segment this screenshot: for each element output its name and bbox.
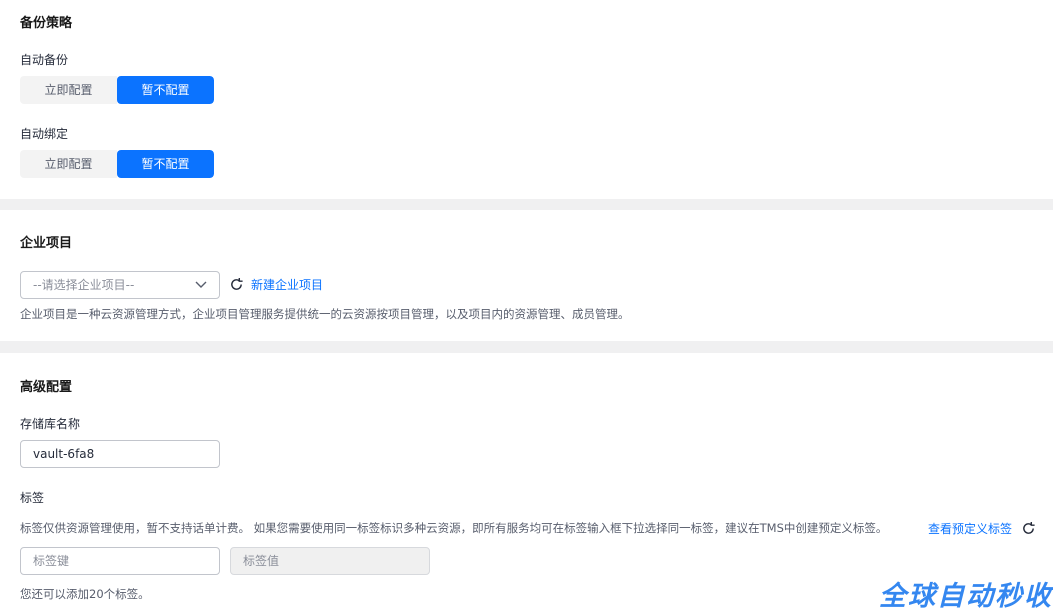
enterprise-project-card: 企业项目 --请选择企业项目-- 新建企业项目 企业项目是一种云资源管理方式，企… [0,210,1053,341]
auto-bind-label: 自动绑定 [20,127,69,141]
refresh-icon[interactable] [229,277,244,292]
advanced-config-title: 高级配置 [20,380,73,395]
tags-remaining-hint: 您还可以添加20个标签。 [20,587,150,601]
view-predefined-tags-link[interactable]: 查看预定义标签 [928,520,1012,537]
enterprise-project-title: 企业项目 [20,236,73,251]
advanced-config-card: 高级配置 存储库名称 标签 标签仅供资源管理使用，暂不支持话单计费。 如果您需要… [0,353,1053,615]
tags-description: 标签仅供资源管理使用，暂不支持话单计费。 如果您需要使用同一标签标识多种云资源，… [20,521,888,535]
vault-name-input[interactable] [20,440,220,468]
backup-policy-card: 备份策略 自动备份 立即配置 暂不配置 自动绑定 立即配置 暂不配置 [0,0,1053,199]
auto-backup-skip-button[interactable]: 暂不配置 [117,76,214,104]
refresh-icon[interactable] [1021,521,1036,536]
page: 备份策略 自动备份 立即配置 暂不配置 自动绑定 立即配置 暂不配置 企业项目 … [0,0,1053,615]
auto-bind-configure-now-button[interactable]: 立即配置 [20,150,117,178]
backup-policy-title: 备份策略 [20,16,73,31]
tag-value-input [230,547,430,575]
tag-key-input[interactable] [20,547,220,575]
auto-backup-segmented: 立即配置 暂不配置 [20,76,214,104]
auto-backup-label: 自动备份 [20,53,69,67]
enterprise-project-description: 企业项目是一种云资源管理方式，企业项目管理服务提供统一的云资源按项目管理，以及项… [20,307,630,321]
enterprise-project-select-placeholder: --请选择企业项目-- [33,278,135,292]
tags-label: 标签 [20,491,45,505]
vault-name-label: 存储库名称 [20,417,81,431]
enterprise-project-select[interactable]: --请选择企业项目-- [20,271,220,299]
auto-bind-skip-button[interactable]: 暂不配置 [117,150,214,178]
watermark-logo: 全球自动秒收 [879,581,1053,612]
create-enterprise-project-link[interactable]: 新建企业项目 [251,276,323,293]
chevron-down-icon [195,281,207,288]
auto-backup-configure-now-button[interactable]: 立即配置 [20,76,117,104]
auto-bind-segmented: 立即配置 暂不配置 [20,150,214,178]
